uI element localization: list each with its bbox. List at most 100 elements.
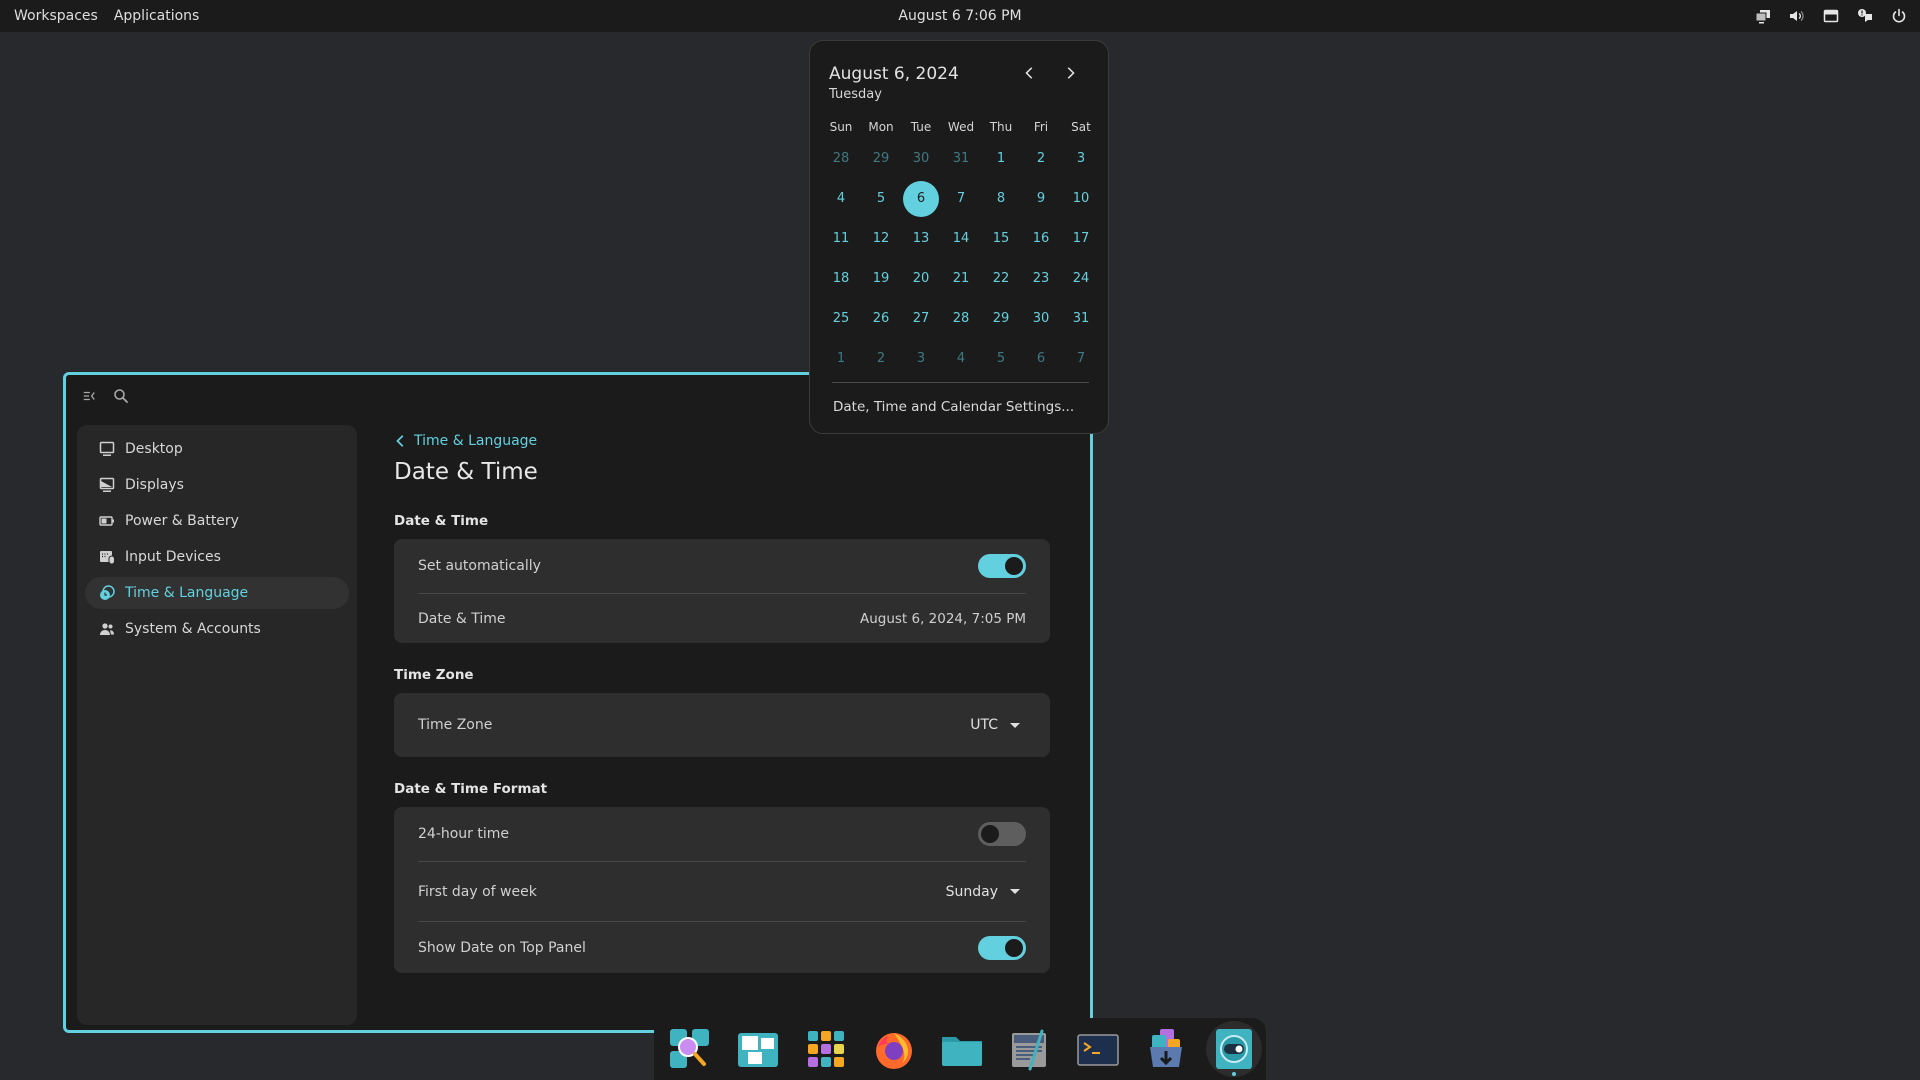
date-time-label: Date & Time <box>418 610 506 627</box>
calendar-day[interactable]: 22 <box>981 259 1021 299</box>
section-title-date-time: Date & Time <box>394 513 489 529</box>
hour24-toggle[interactable] <box>978 822 1026 846</box>
applications-button[interactable]: Applications <box>106 0 208 32</box>
dock-settings[interactable] <box>1206 1021 1262 1077</box>
calendar-day[interactable]: 30 <box>1021 299 1061 339</box>
calendar-day-other-month[interactable]: 2 <box>861 339 901 379</box>
calendar-day[interactable]: 8 <box>981 179 1021 219</box>
calendar-day-other-month[interactable]: 1 <box>821 339 861 379</box>
workspaces-button[interactable]: Workspaces <box>6 0 106 32</box>
sidebar-item-label: Power & Battery <box>125 513 239 529</box>
calendar-day[interactable]: 9 <box>1021 179 1061 219</box>
calendar-day-selected[interactable]: 6 <box>901 179 941 219</box>
divider <box>832 382 1089 383</box>
date-time-value: August 6, 2024, 7:05 PM <box>859 610 1026 627</box>
calendar-day[interactable]: 17 <box>1061 219 1101 259</box>
calendar-day[interactable]: 26 <box>861 299 901 339</box>
calendar-day[interactable]: 31 <box>1061 299 1101 339</box>
sidebar-item-label: Input Devices <box>125 549 221 565</box>
settings-window: Desktop Displays Power & Battery Input D… <box>63 372 1093 1033</box>
dock-firefox[interactable] <box>866 1021 922 1077</box>
calendar-day[interactable]: 19 <box>861 259 901 299</box>
dock-launcher[interactable] <box>662 1021 718 1077</box>
set-automatically-toggle[interactable] <box>978 554 1026 578</box>
calendar-day[interactable]: 29 <box>981 299 1021 339</box>
calendar-day[interactable]: 4 <box>821 179 861 219</box>
calendar-day[interactable]: 1 <box>981 139 1021 179</box>
sidebar-item-power-battery[interactable]: Power & Battery <box>85 505 349 537</box>
calendar-day-other-month[interactable]: 7 <box>1061 339 1101 379</box>
calendar-week-row: 25 26 27 28 29 30 31 <box>821 299 1101 339</box>
dock-app-library[interactable] <box>798 1021 854 1077</box>
dock-files[interactable] <box>934 1021 990 1077</box>
weekday-header: Sun <box>829 120 853 134</box>
calendar-day-other-month[interactable]: 4 <box>941 339 981 379</box>
sidebar-toggle-icon[interactable] <box>80 387 98 405</box>
breadcrumb-back-link[interactable]: Time & Language <box>394 431 1050 451</box>
calendar-day[interactable]: 10 <box>1061 179 1101 219</box>
calendar-day[interactable]: 14 <box>941 219 981 259</box>
files-icon <box>942 1037 982 1066</box>
calendar-day[interactable]: 15 <box>981 219 1021 259</box>
first-day-row: First day of week Sunday <box>418 861 1026 921</box>
calendar-day[interactable]: 2 <box>1021 139 1061 179</box>
displays-icon <box>99 477 115 492</box>
calendar-day-other-month[interactable]: 30 <box>901 139 941 179</box>
calendar-day-other-month[interactable]: 5 <box>981 339 1021 379</box>
next-month-button[interactable] <box>1054 57 1086 89</box>
previous-month-button[interactable] <box>1014 57 1046 89</box>
panel-clock[interactable]: August 6 7:06 PM <box>898 0 1021 32</box>
time-language-icon <box>100 585 115 600</box>
calendar-day[interactable]: 20 <box>901 259 941 299</box>
show-date-toggle[interactable] <box>978 935 1026 960</box>
calendar-day-other-month[interactable]: 3 <box>901 339 941 379</box>
sidebar-item-time-language[interactable]: Time & Language <box>85 577 349 609</box>
dock-workspaces[interactable] <box>730 1021 786 1077</box>
network-wired-icon[interactable] <box>1814 0 1848 32</box>
weekday-header: Fri <box>1033 120 1049 134</box>
store-icon <box>1150 1029 1182 1067</box>
calendar-day[interactable]: 3 <box>1061 139 1101 179</box>
notifications-icon[interactable] <box>1848 0 1882 32</box>
power-icon[interactable] <box>1882 0 1916 32</box>
calendar-day-other-month[interactable]: 28 <box>821 139 861 179</box>
calendar-day-other-month[interactable]: 6 <box>1021 339 1061 379</box>
time-zone-row: Time Zone UTC <box>418 693 1026 757</box>
calendar-day[interactable]: 18 <box>821 259 861 299</box>
sidebar-item-label: System & Accounts <box>125 621 261 637</box>
calendar-day[interactable]: 23 <box>1021 259 1061 299</box>
calendar-day-other-month[interactable]: 31 <box>941 139 981 179</box>
calendar-day[interactable]: 11 <box>821 219 861 259</box>
search-icon[interactable] <box>112 387 130 405</box>
dock-terminal[interactable] <box>1070 1021 1126 1077</box>
chevron-down-icon <box>1010 722 1020 728</box>
calendar-day-other-month[interactable]: 29 <box>861 139 901 179</box>
calendar-day[interactable]: 7 <box>941 179 981 219</box>
sidebar-item-desktop[interactable]: Desktop <box>85 433 349 465</box>
dock-text-editor[interactable] <box>1002 1021 1058 1077</box>
calendar-day[interactable]: 5 <box>861 179 901 219</box>
calendar-week-row: 28 29 30 31 1 2 3 <box>821 139 1101 179</box>
display-icon[interactable] <box>1746 0 1780 32</box>
calendar-day[interactable]: 28 <box>941 299 981 339</box>
chevron-down-icon <box>1010 889 1020 894</box>
dock <box>654 1018 1266 1080</box>
firefox-icon <box>876 1033 912 1069</box>
calendar-day[interactable]: 24 <box>1061 259 1101 299</box>
time-zone-dropdown[interactable]: UTC <box>970 717 1020 733</box>
sidebar-item-input-devices[interactable]: Input Devices <box>85 541 349 573</box>
window-header <box>80 387 130 405</box>
calendar-day[interactable]: 25 <box>821 299 861 339</box>
dock-store[interactable] <box>1138 1021 1194 1077</box>
calendar-day[interactable]: 13 <box>901 219 941 259</box>
calendar-settings-link[interactable]: Date, Time and Calendar Settings... <box>833 399 1074 415</box>
calendar-day[interactable]: 16 <box>1021 219 1061 259</box>
calendar-day[interactable]: 27 <box>901 299 941 339</box>
calendar-day[interactable]: 12 <box>861 219 901 259</box>
sidebar-item-displays[interactable]: Displays <box>85 469 349 501</box>
sidebar-item-system-accounts[interactable]: System & Accounts <box>85 613 349 645</box>
first-day-dropdown[interactable]: Sunday <box>946 884 1020 900</box>
weekday-header: Sat <box>1071 120 1091 134</box>
calendar-day[interactable]: 21 <box>941 259 981 299</box>
volume-icon[interactable] <box>1780 0 1814 32</box>
